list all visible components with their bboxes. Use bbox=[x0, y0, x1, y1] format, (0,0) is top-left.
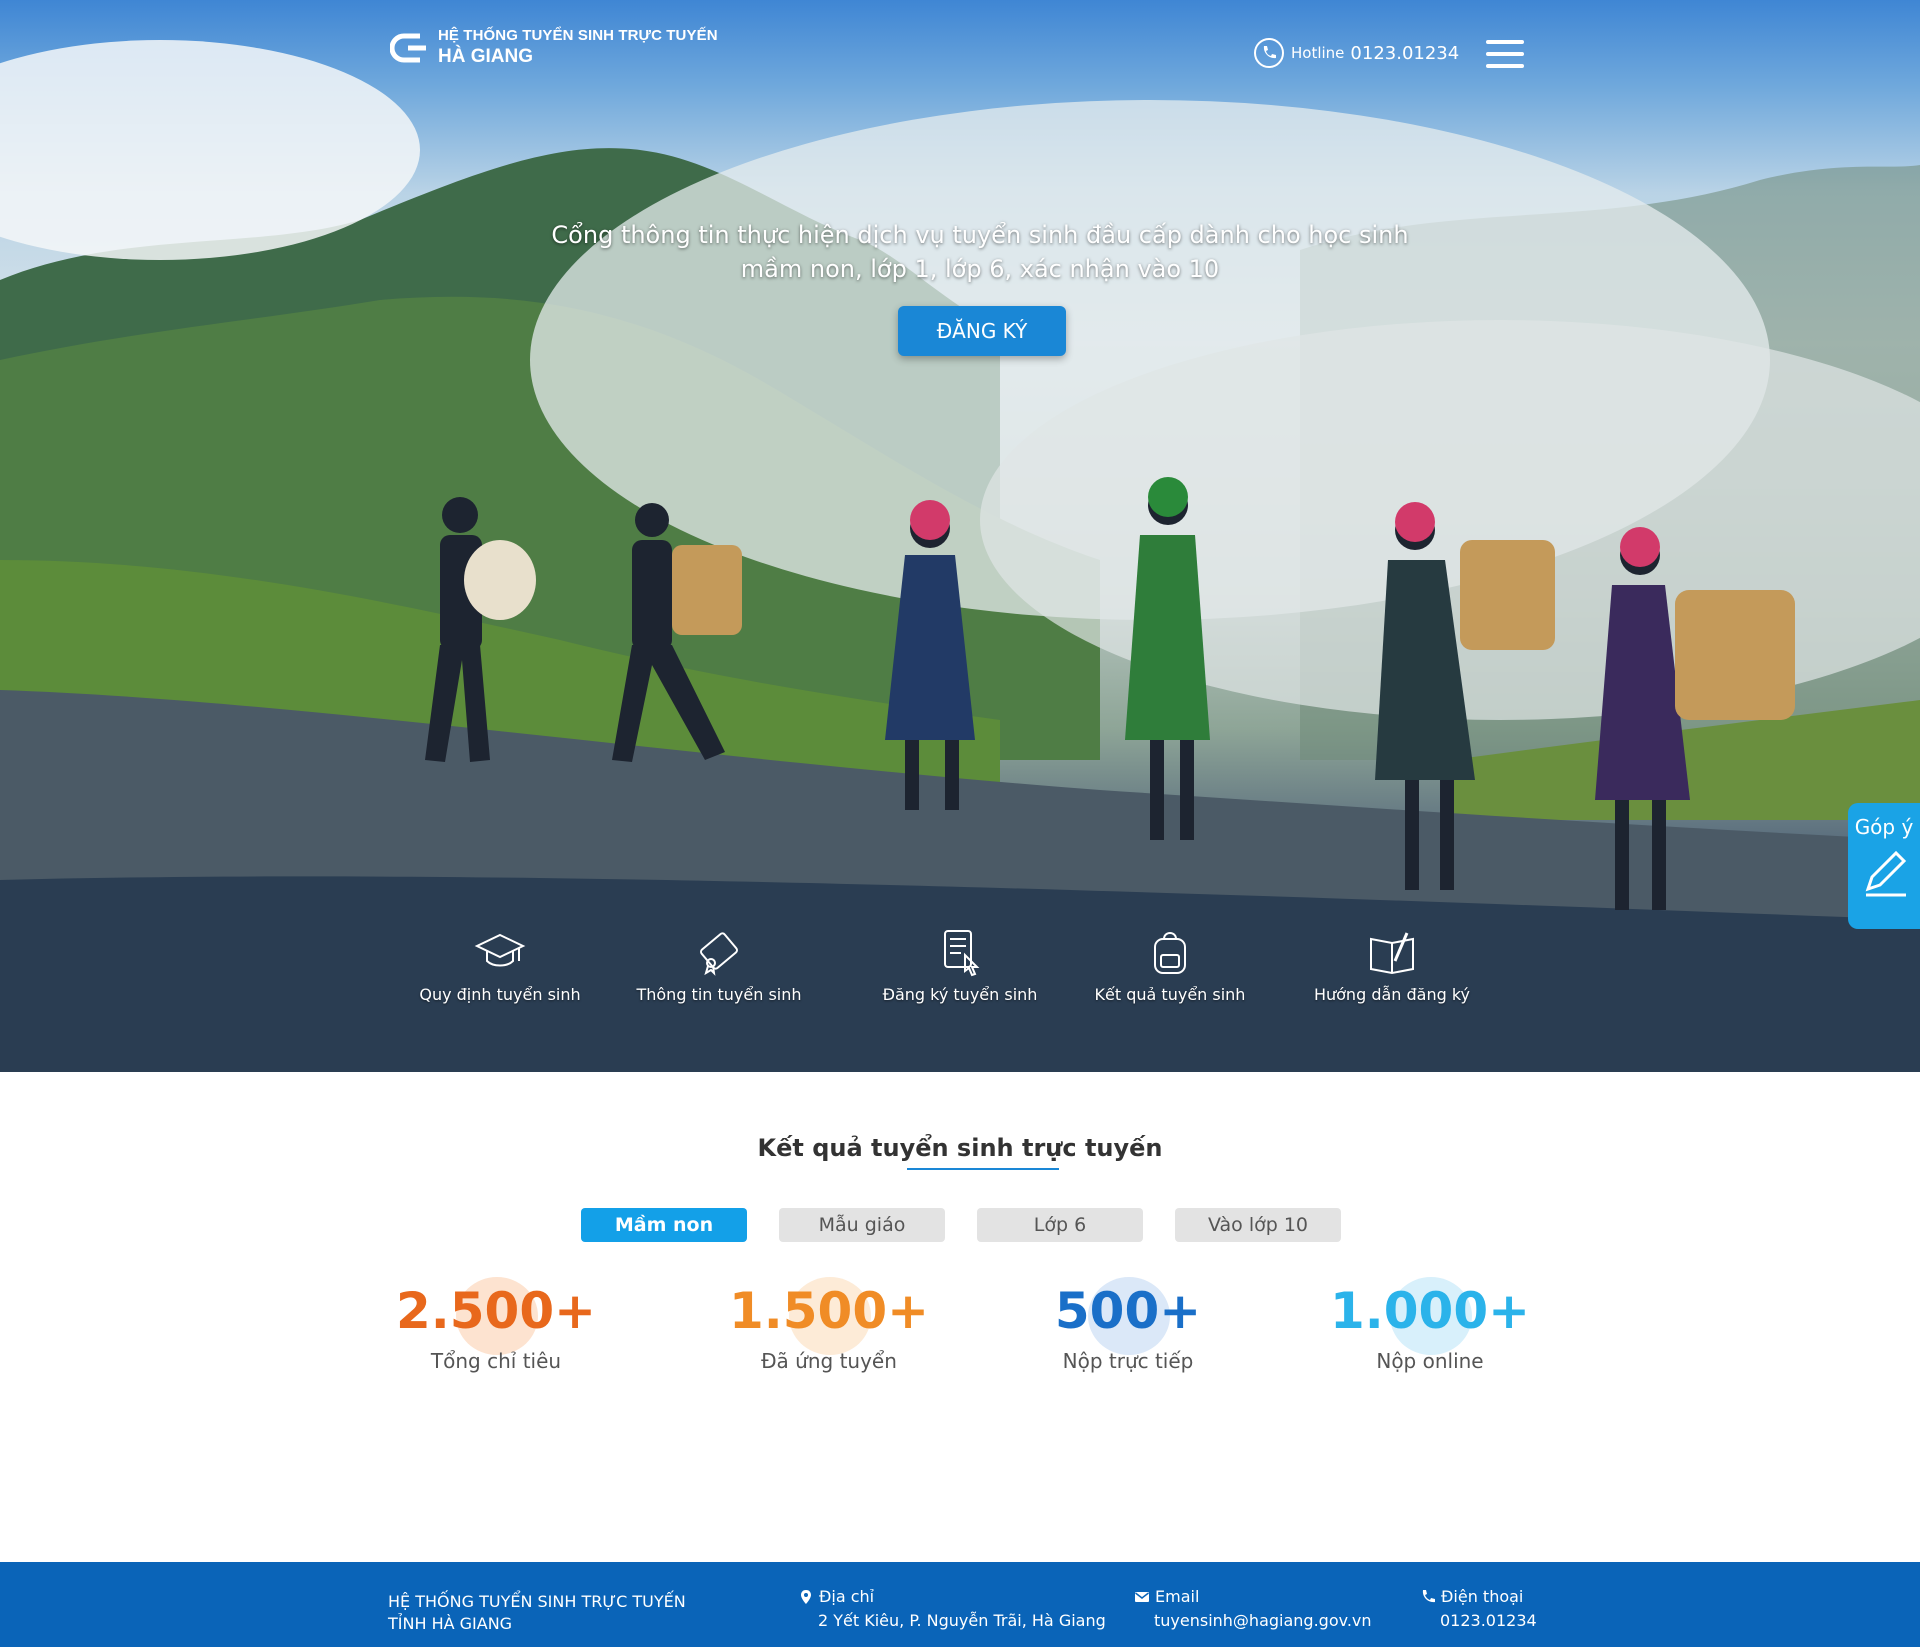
quicklink-label: Kết quả tuyển sinh bbox=[1094, 985, 1246, 1004]
stat-value: 1.000+ bbox=[1329, 1282, 1531, 1340]
results-title: Kết quả tuyển sinh trực tuyến bbox=[757, 1134, 1163, 1162]
quicklinks: Quy định tuyển sinh Thông tin tuyển sinh… bbox=[0, 925, 1920, 1015]
graduation-cap-icon bbox=[474, 933, 526, 967]
footer-brand-line-2: TỈNH HÀ GIANG bbox=[388, 1614, 513, 1633]
phone-label: Điện thoại bbox=[1441, 1587, 1524, 1606]
logo-subtitle: HÀ GIANG bbox=[438, 46, 533, 67]
stat-da-ung-tuyen: 1.500+ Đã ứng tuyển bbox=[679, 1275, 979, 1373]
quicklink-quy-dinh[interactable]: Quy định tuyển sinh bbox=[400, 925, 600, 1004]
email-link[interactable]: tuyensinh@hagiang.gov.vn bbox=[1134, 1609, 1372, 1633]
quicklink-thong-tin[interactable]: Thông tin tuyển sinh bbox=[619, 925, 819, 1004]
stat-value: 2.500+ bbox=[395, 1282, 597, 1340]
title-underline bbox=[907, 1168, 1059, 1170]
stat-label: Đã ứng tuyển bbox=[761, 1349, 897, 1373]
logo-mark-icon bbox=[390, 33, 426, 63]
footer-address: Địa chỉ 2 Yết Kiêu, P. Nguyễn Trãi, Hà G… bbox=[798, 1585, 1106, 1633]
footer-phone: Điện thoại 0123.01234 bbox=[1420, 1585, 1537, 1633]
envelope-icon bbox=[1135, 1592, 1149, 1602]
hero-landscape-image bbox=[0, 40, 1920, 1072]
diploma-scroll-icon bbox=[700, 932, 738, 976]
hotline-number: 0123.01234 bbox=[1350, 42, 1460, 64]
tagline-line-1: Cổng thông tin thực hiện dịch vụ tuyển s… bbox=[551, 221, 1409, 249]
feedback-button[interactable]: Góp ý bbox=[1848, 803, 1920, 929]
menu-bar bbox=[1486, 64, 1524, 68]
menu-icon[interactable] bbox=[1486, 40, 1524, 68]
address-label: Địa chỉ bbox=[819, 1587, 875, 1606]
hotline[interactable]: Hotline 0123.01234 bbox=[1253, 37, 1459, 69]
book-pencil-icon bbox=[1370, 932, 1414, 975]
stat-label: Nộp online bbox=[1376, 1349, 1484, 1373]
email-label: Email bbox=[1155, 1587, 1200, 1606]
feedback-label: Góp ý bbox=[1854, 815, 1914, 839]
footer-email: Email tuyensinh@hagiang.gov.vn bbox=[1134, 1585, 1372, 1633]
phone-icon bbox=[1254, 38, 1284, 68]
site-logo[interactable]: HỆ THỐNG TUYỂN SINH TRỰC TUYẾN HÀ GIANG bbox=[390, 27, 718, 69]
stat-value: 500+ bbox=[1054, 1282, 1202, 1340]
quicklink-label: Đăng ký tuyển sinh bbox=[882, 985, 1038, 1004]
quicklink-huong-dan[interactable]: Hướng dẫn đăng ký bbox=[1292, 925, 1492, 1004]
register-button[interactable]: ĐĂNG KÝ bbox=[898, 306, 1066, 356]
hero-banner: HỆ THỐNG TUYỂN SINH TRỰC TUYẾN HÀ GIANG … bbox=[0, 0, 1920, 1072]
checklist-pointer-icon bbox=[944, 930, 980, 977]
footer-brand: HỆ THỐNG TUYỂN SINH TRỰC TUYẾN TỈNH HÀ G… bbox=[388, 1591, 686, 1635]
tab-mau-giao[interactable]: Mẫu giáo bbox=[779, 1208, 945, 1242]
hotline-label: Hotline bbox=[1291, 44, 1345, 62]
quicklink-ket-qua[interactable]: Kết quả tuyển sinh bbox=[1070, 925, 1270, 1004]
stat-label: Tổng chỉ tiêu bbox=[430, 1349, 562, 1373]
stat-tong-chi-tieu: 2.500+ Tổng chỉ tiêu bbox=[346, 1275, 646, 1373]
backpack-icon bbox=[1154, 932, 1186, 974]
stat-label: Nộp trực tiếp bbox=[1062, 1349, 1194, 1373]
phone-value[interactable]: 0123.01234 bbox=[1420, 1609, 1537, 1633]
address-value: 2 Yết Kiêu, P. Nguyễn Trãi, Hà Giang bbox=[818, 1611, 1106, 1630]
pencil-icon bbox=[1865, 850, 1907, 897]
menu-bar bbox=[1486, 40, 1524, 44]
tab-vao-lop-10[interactable]: Vào lớp 10 bbox=[1175, 1208, 1341, 1242]
stat-nop-online: 1.000+ Nộp online bbox=[1280, 1275, 1580, 1373]
tagline-line-2: mầm non, lớp 1, lớp 6, xác nhận vào 10 bbox=[740, 255, 1220, 283]
quicklink-label: Thông tin tuyển sinh bbox=[636, 985, 802, 1004]
tab-mam-non[interactable]: Mầm non bbox=[581, 1208, 747, 1242]
phone-icon bbox=[1422, 1590, 1435, 1603]
stat-nop-truc-tiep: 500+ Nộp trực tiếp bbox=[978, 1275, 1278, 1373]
hero-tagline: Cổng thông tin thực hiện dịch vụ tuyển s… bbox=[540, 218, 1420, 286]
stat-value: 1.500+ bbox=[728, 1282, 930, 1340]
location-pin-icon bbox=[801, 1590, 811, 1604]
quicklink-label: Hướng dẫn đăng ký bbox=[1313, 985, 1471, 1004]
quicklink-dang-ky[interactable]: Đăng ký tuyển sinh bbox=[860, 925, 1060, 1004]
quicklink-label: Quy định tuyển sinh bbox=[419, 985, 581, 1004]
footer-brand-line-1: HỆ THỐNG TUYỂN SINH TRỰC TUYẾN bbox=[388, 1592, 686, 1611]
logo-title: HỆ THỐNG TUYỂN SINH TRỰC TUYẾN bbox=[438, 27, 718, 44]
tab-lop-6[interactable]: Lớp 6 bbox=[977, 1208, 1143, 1242]
footer: HỆ THỐNG TUYỂN SINH TRỰC TUYẾN TỈNH HÀ G… bbox=[0, 1562, 1920, 1647]
menu-bar bbox=[1486, 52, 1524, 56]
